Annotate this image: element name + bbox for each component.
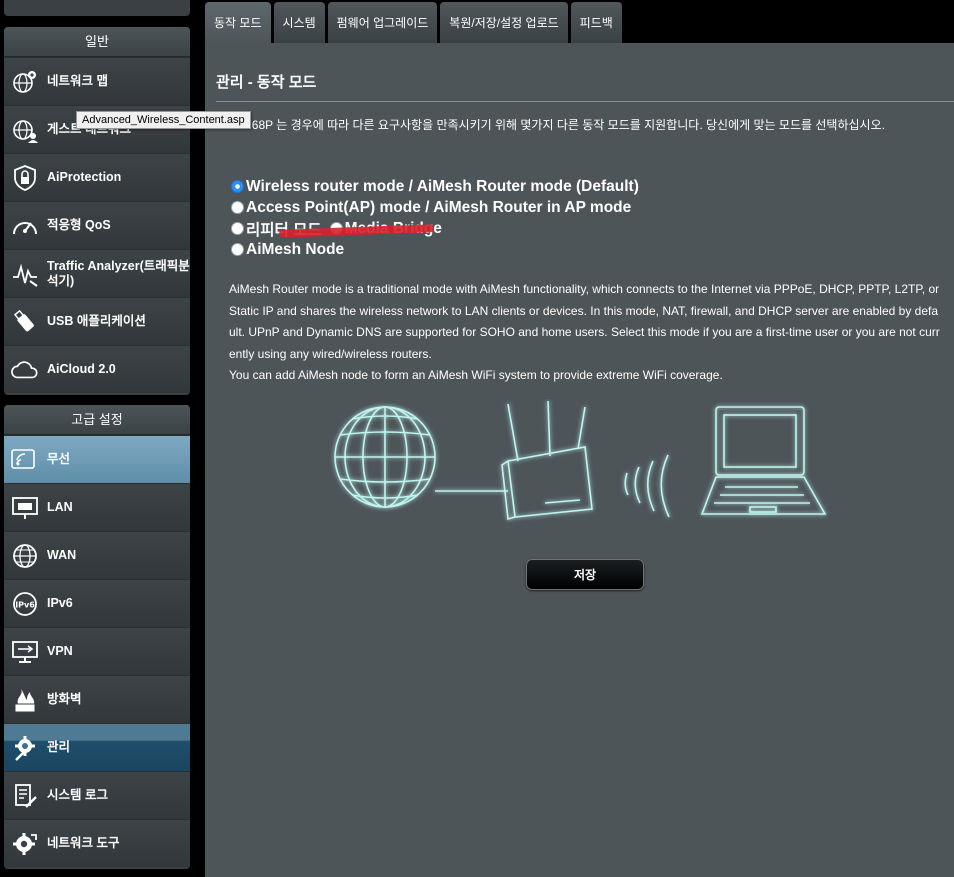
laptop-icon: [700, 406, 827, 515]
firewall-icon: [11, 686, 39, 714]
router-mode-diagram: [330, 399, 830, 529]
mode-label-aimesh-node[interactable]: AiMesh Node: [246, 241, 344, 259]
traffic-analyzer-icon: [11, 260, 39, 288]
network-tools-icon: [11, 830, 39, 858]
top-tabs: 동작 모드 시스템 펌웨어 업그레이드 복원/저장/설정 업로드 피드백: [205, 2, 622, 43]
sidebar-item-label: LAN: [47, 500, 73, 514]
sidebar-item-firewall[interactable]: 방화벽: [4, 675, 190, 723]
sidebar-item-label: 관리: [47, 740, 71, 754]
svg-text:IPv6: IPv6: [15, 600, 35, 609]
sidebar-general-title: 일반: [4, 27, 190, 57]
mode-row-aimesh-node: AiMesh Node: [231, 239, 647, 260]
router-icon: [501, 400, 593, 521]
sidebar-item-adaptive-qos[interactable]: 적응형 QoS: [4, 201, 190, 249]
sidebar-item-aiprotection[interactable]: AiProtection: [4, 153, 190, 201]
page-description: RT-AC68P 는 경우에 따라 다른 요구사항을 만족시키기 위해 몇가지 …: [216, 118, 885, 132]
sidebar-item-aicloud[interactable]: AiCloud 2.0: [4, 345, 190, 393]
radio-access-point[interactable]: [231, 201, 244, 214]
sidebar-item-label: AiCloud 2.0: [47, 362, 116, 376]
sidebar-item-label: AiProtection: [47, 170, 122, 184]
sidebar-item-system-log[interactable]: 시스템 로그: [4, 771, 190, 819]
tab-operation-mode[interactable]: 동작 모드: [205, 2, 271, 43]
tab-restore-save-upload[interactable]: 복원/저장/설정 업로드: [440, 2, 568, 43]
sidebar-item-network-map[interactable]: 네트워크 맵: [4, 57, 190, 105]
usb-icon: [11, 308, 39, 336]
cloud-icon: [11, 356, 39, 384]
sidebar-item-label: IPv6: [47, 596, 73, 610]
vpn-icon: [11, 638, 39, 666]
sidebar-general: 일반 네트워크 맵 게스트 네트워크 AiProtection 적응형 QoS …: [4, 27, 190, 395]
wireless-icon: [11, 446, 39, 474]
guest-network-icon: [11, 116, 39, 144]
title-divider: [216, 101, 954, 102]
radio-aimesh-node[interactable]: [231, 243, 244, 256]
mode-description: AiMesh Router mode is a traditional mode…: [229, 279, 943, 387]
mode-row-access-point: Access Point(AP) mode / AiMesh Router in…: [231, 197, 647, 218]
sidebar-item-label: 방화벽: [47, 692, 82, 706]
tab-system[interactable]: 시스템: [273, 2, 325, 43]
gear-icon: [11, 734, 39, 762]
main-panel: 관리 - 동작 모드 RT-AC68P 는 경우에 따라 다른 요구사항을 만족…: [205, 43, 954, 877]
sidebar-item-label: 시스템 로그: [47, 788, 108, 802]
sidebar-item-wireless[interactable]: 무선: [4, 435, 190, 483]
sidebar-item-lan[interactable]: LAN: [4, 483, 190, 531]
sidebar-item-vpn[interactable]: VPN: [4, 627, 190, 675]
sidebar-item-traffic-analyzer[interactable]: Traffic Analyzer(트래픽분석기): [4, 249, 190, 297]
globe-icon: [11, 542, 39, 570]
mode-label-wireless-router[interactable]: Wireless router mode / AiMesh Router mod…: [246, 178, 639, 196]
mode-description-text: AiMesh Router mode is a traditional mode…: [229, 282, 940, 361]
speedometer-icon: [11, 212, 39, 240]
sidebar-item-label: VPN: [47, 644, 73, 658]
system-log-icon: [11, 782, 39, 810]
sidebar-item-label: 적응형 QoS: [47, 218, 111, 232]
sidebar-item-ipv6[interactable]: IPv6 IPv6: [4, 579, 190, 627]
mode-description-aimesh-note: You can add AiMesh node to form an AiMes…: [229, 368, 723, 382]
sidebar-item-label: Traffic Analyzer(트래픽분석기): [47, 258, 190, 288]
ipv6-icon: IPv6: [11, 590, 39, 618]
sidebar-item-label: USB 애플리케이션: [47, 314, 146, 328]
wifi-signal-icon: [624, 454, 670, 518]
sidebar-item-label: 무선: [47, 452, 71, 466]
sidebar-item-wan[interactable]: WAN: [4, 531, 190, 579]
radio-wireless-router[interactable]: [231, 180, 244, 193]
internet-globe-icon: [334, 406, 436, 508]
operation-mode-options: Wireless router mode / AiMesh Router mod…: [231, 176, 647, 260]
mode-label-access-point[interactable]: Access Point(AP) mode / AiMesh Router in…: [246, 199, 631, 217]
tab-feedback[interactable]: 피드백: [570, 2, 622, 43]
sidebar-item-usb-application[interactable]: USB 애플리케이션: [4, 297, 190, 345]
save-button[interactable]: 저장: [526, 559, 644, 590]
sidebar-advanced: 고급 설정 무선 LAN WAN IPv6 IPv6 VPN 방화벽 관리 시스…: [4, 405, 190, 869]
url-tooltip: Advanced_Wireless_Content.asp: [76, 111, 251, 129]
lan-icon: [11, 494, 39, 522]
sidebar-top-stub: [4, 0, 190, 16]
sidebar-item-network-tools[interactable]: 네트워크 도구: [4, 819, 190, 867]
sidebar-item-administration[interactable]: 관리: [4, 723, 190, 771]
tab-firmware-upgrade[interactable]: 펌웨어 업그레이드: [327, 2, 438, 43]
sidebar-item-label: WAN: [47, 548, 77, 562]
sidebar-item-label: 네트워크 도구: [47, 836, 120, 850]
network-map-icon: [11, 68, 39, 96]
radio-repeater[interactable]: [231, 222, 244, 235]
shield-icon: [11, 164, 39, 192]
sidebar-advanced-title: 고급 설정: [4, 405, 190, 435]
page-title: 관리 - 동작 모드: [216, 74, 317, 91]
mode-row-wireless-router: Wireless router mode / AiMesh Router mod…: [231, 176, 647, 197]
sidebar-item-label: 네트워크 맵: [47, 74, 108, 88]
